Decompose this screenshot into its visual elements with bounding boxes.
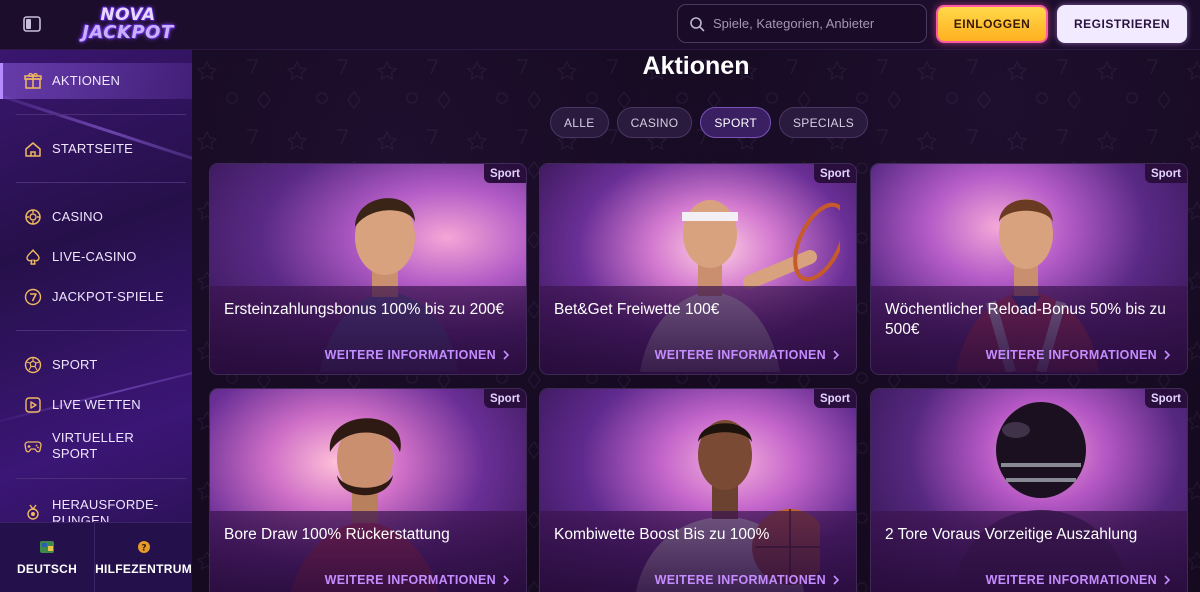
search-icon [690,16,705,31]
promo-card[interactable]: Sport Bore Draw 100% Rückerstattung WEIT… [209,388,527,592]
filter-tab-casino[interactable]: CASINO [616,107,693,138]
seven-icon [24,288,42,306]
sidebar-item-label: LIVE-CASINO [52,249,137,264]
logo[interactable]: NOVA JACKPOT [70,5,186,43]
help-center-button[interactable]: ? HILFEZENTRUM [94,523,192,592]
more-info-label: WEITERE INFORMATIONEN [654,573,826,587]
sidebar-divider [16,330,186,331]
more-info-label: WEITERE INFORMATIONEN [324,348,496,362]
promo-card[interactable]: Sport Wöchentlicher Reload-Bonus 50% bis… [870,163,1188,375]
main-content: Aktionen ALLE CASINO SPORT SPECIALS Spor… [192,50,1200,592]
promo-card[interactable]: Sport Kombiwette Boost Bis zu 100% WEITE… [539,388,857,592]
sidebar-item-label: CASINO [52,209,104,224]
sidebar-item-label: AKTIONEN [52,73,121,88]
filter-tab-specials[interactable]: SPECIALS [779,107,869,138]
promo-card[interactable]: Sport Ersteinzahlungsbonus 100% bis zu 2… [209,163,527,375]
card-tag: Sport [1144,389,1187,408]
sidebar-item-sport[interactable]: SPORT [0,347,192,383]
sidebar-item-aktionen[interactable]: AKTIONEN [0,63,192,99]
top-header: NOVA JACKPOT EINLOGGEN REGISTRIEREN [0,0,1200,50]
register-button[interactable]: REGISTRIEREN [1057,5,1187,43]
sidebar-divider [16,182,186,183]
card-title: Kombiwette Boost Bis zu 100% [554,526,770,543]
casino-chip-icon [24,208,42,226]
spade-icon [24,248,42,266]
filter-tabs: ALLE CASINO SPORT SPECIALS [550,107,869,138]
chevron-right-icon [1164,575,1171,585]
logo-text-top: NOVA [100,4,156,25]
sidebar-divider [16,114,186,115]
chevron-right-icon [503,350,510,360]
language-label: DEUTSCH [16,561,78,576]
card-tag: Sport [1144,164,1187,183]
login-button[interactable]: EINLOGGEN [936,5,1048,43]
sidebar-item-startseite[interactable]: STARTSEITE [0,131,192,167]
filter-tab-sport[interactable]: SPORT [700,107,771,138]
gamepad-icon [24,437,42,455]
sidebar-item-live-casino[interactable]: LIVE-CASINO [0,239,192,275]
more-info-label: WEITERE INFORMATIONEN [654,348,826,362]
flag-icon [40,540,55,553]
help-icon: ? [137,540,150,553]
more-info-link[interactable]: WEITERE INFORMATIONEN [986,348,1171,362]
sidebar-item-virtueller-sport[interactable]: VIRTUELLER SPORT [0,426,192,466]
sidebar-item-label: VIRTUELLER SPORT [52,430,134,461]
help-label: HILFEZENTRUM [95,561,192,576]
language-selector[interactable]: DEUTSCH [0,523,94,592]
card-tag: Sport [483,389,526,408]
chevron-right-icon [503,575,510,585]
more-info-label: WEITERE INFORMATIONEN [324,573,496,587]
more-info-label: WEITERE INFORMATIONEN [985,573,1157,587]
sidebar: AKTIONEN STARTSEITE CASINO LIVE-CASINO J… [0,50,192,592]
card-tag: Sport [483,164,526,183]
gift-shop-icon [24,72,42,90]
play-screen-icon [24,396,42,414]
logo-text-bottom: JACKPOT [82,21,174,43]
sidebar-toggle-icon[interactable] [22,14,42,34]
card-title: Wöchentlicher Reload-Bonus 50% bis zu 50… [885,301,1166,338]
card-title: Ersteinzahlungsbonus 100% bis zu 200€ [224,301,505,318]
sidebar-item-live-wetten[interactable]: LIVE WETTEN [0,387,192,423]
search-box[interactable] [677,4,927,43]
chevron-right-icon [833,350,840,360]
more-info-link[interactable]: WEITERE INFORMATIONEN [325,573,510,587]
more-info-link[interactable]: WEITERE INFORMATIONEN [655,348,840,362]
chevron-right-icon [833,575,840,585]
more-info-label: WEITERE INFORMATIONEN [985,348,1157,362]
sidebar-footer: DEUTSCH ? HILFEZENTRUM [0,522,192,592]
sidebar-item-label: LIVE WETTEN [52,397,141,412]
promo-card[interactable]: Sport Bet&Get Freiwette 100€ WEITERE INF… [539,163,857,375]
more-info-link[interactable]: WEITERE INFORMATIONEN [655,573,840,587]
sidebar-item-casino[interactable]: CASINO [0,199,192,235]
filter-tab-alle[interactable]: ALLE [550,107,609,138]
home-icon [24,140,42,158]
promo-card[interactable]: Sport 2 Tore Voraus Vorzeitige Auszahlun… [870,388,1188,592]
card-tag: Sport [813,389,856,408]
sidebar-item-label: JACKPOT-SPIELE [52,289,164,304]
card-title: Bore Draw 100% Rückerstattung [224,526,450,543]
card-title: Bet&Get Freiwette 100€ [554,301,720,318]
more-info-link[interactable]: WEITERE INFORMATIONEN [986,573,1171,587]
medal-icon [24,503,42,521]
ball-icon [24,356,42,374]
sidebar-item-jackpot-spiele[interactable]: JACKPOT-SPIELE [0,279,192,315]
more-info-link[interactable]: WEITERE INFORMATIONEN [325,348,510,362]
sidebar-item-label: SPORT [52,357,98,372]
page-title: Aktionen [642,52,750,80]
sidebar-item-label: STARTSEITE [52,141,133,156]
card-tag: Sport [813,164,856,183]
chevron-right-icon [1164,350,1171,360]
svg-text:?: ? [141,543,146,553]
sidebar-divider [16,478,186,479]
search-input[interactable] [713,16,913,31]
card-title: 2 Tore Voraus Vorzeitige Auszahlung [885,526,1138,543]
